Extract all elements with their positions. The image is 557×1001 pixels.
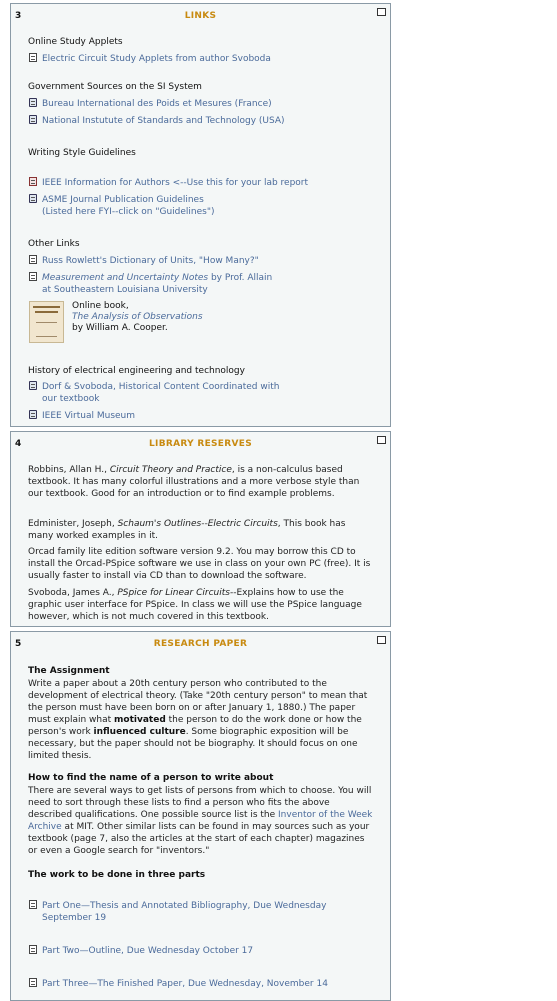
book-cover-image[interactable] [29,301,64,343]
link-bipm[interactable]: Bureau International des Poids et Mesure… [42,99,272,109]
link-part-one[interactable]: Part One—Thesis and Annotated Bibliograp… [42,900,377,924]
online-book-label: Online book, [72,301,129,311]
link-circuit-applets[interactable]: Electric Circuit Study Applets from auth… [42,54,271,64]
link-ieee-virtual-museum[interactable]: IEEE Virtual Museum [42,411,135,421]
document-icon [29,53,37,62]
group-label-other: Other Links [28,239,80,249]
web-link-icon [29,410,37,419]
measurement-notes-author: by Prof. Allain [208,273,273,283]
heading-find-person: How to find the name of a person to writ… [28,773,274,783]
document-icon [29,272,37,281]
group-label-applets: Online Study Applets [28,37,123,47]
heading-assignment: The Assignment [28,666,110,676]
group-label-history: History of electrical engineering and te… [28,366,245,376]
link-ieee-authors[interactable]: IEEE Information for Authors <--Use this… [42,178,308,188]
section-links: 3 LINKS Online Study Applets Electric Ci… [10,3,391,427]
book-author: by William A. Cooper. [72,323,168,333]
pdf-icon [29,177,37,186]
book-title: Circuit Theory and Practice [109,465,232,475]
web-link-icon [29,381,37,390]
section-checkbox[interactable] [377,8,386,16]
reserve-edminister: Edminister, Joseph, Schaum's Outlines--E… [28,519,346,541]
measurement-notes-line: Measurement and Uncertainty Notes by Pro… [42,273,272,283]
book-title: PSpice for Linear Circuits [117,588,230,598]
link-part-two[interactable]: Part Two—Outline, Due Wednesday October … [42,946,253,956]
link-part-three[interactable]: Part Three—The Finished Paper, Due Wedne… [42,979,328,989]
link-dorf-svoboda-history[interactable]: Dorf & Svoboda, Historical Content Coord… [42,382,279,392]
heading-three-parts: The work to be done in three parts [28,870,206,880]
link-analysis-of-observations[interactable]: The Analysis of Observations [72,312,203,322]
link-nist[interactable]: National Instutute of Standards and Tech… [42,116,285,126]
reserve-robbins: Robbins, Allan H., Circuit Theory and Pr… [28,465,360,499]
section-research-paper: 5 RESEARCH PAPER The Assignment Write a … [10,631,391,1001]
link-asme-guidelines[interactable]: ASME Journal Publication Guidelines [42,195,204,205]
link-dorf-svoboda-history-cont[interactable]: our textbook [42,394,99,404]
group-label-writing: Writing Style Guidelines [28,148,136,158]
document-icon [29,945,37,954]
section-title: LIBRARY RESERVES [149,439,252,449]
section-title: RESEARCH PAPER [153,639,248,649]
reserve-orcad: Orcad family lite edition software versi… [28,547,371,581]
measurement-notes-university: at Southeastern Louisiana University [42,285,208,295]
assignment-text: Write a paper about a 20th century perso… [28,679,368,761]
document-icon [29,900,37,909]
web-link-icon [29,98,37,107]
link-measurement-notes[interactable]: Measurement and Uncertainty Notes [42,273,208,283]
link-rowlett-units[interactable]: Russ Rowlett's Dictionary of Units, "How… [42,256,259,266]
group-label-government: Government Sources on the SI System [28,82,202,92]
section-checkbox[interactable] [377,636,386,644]
book-title: Schaum's Outlines--Electric Circuits [117,519,278,529]
section-checkbox[interactable] [377,436,386,444]
find-person-text: There are several ways to get lists of p… [28,786,373,856]
web-link-icon [29,115,37,124]
reserve-svoboda: Svoboda, James A., PSpice for Linear Cir… [28,588,362,622]
web-link-icon [29,194,37,203]
link-asme-note: (Listed here FYI--click on "Guidelines") [42,207,215,217]
document-icon [29,255,37,264]
section-library-reserves: 4 LIBRARY RESERVES Robbins, Allan H., Ci… [10,431,391,627]
document-icon [29,978,37,987]
section-title: LINKS [184,11,217,21]
